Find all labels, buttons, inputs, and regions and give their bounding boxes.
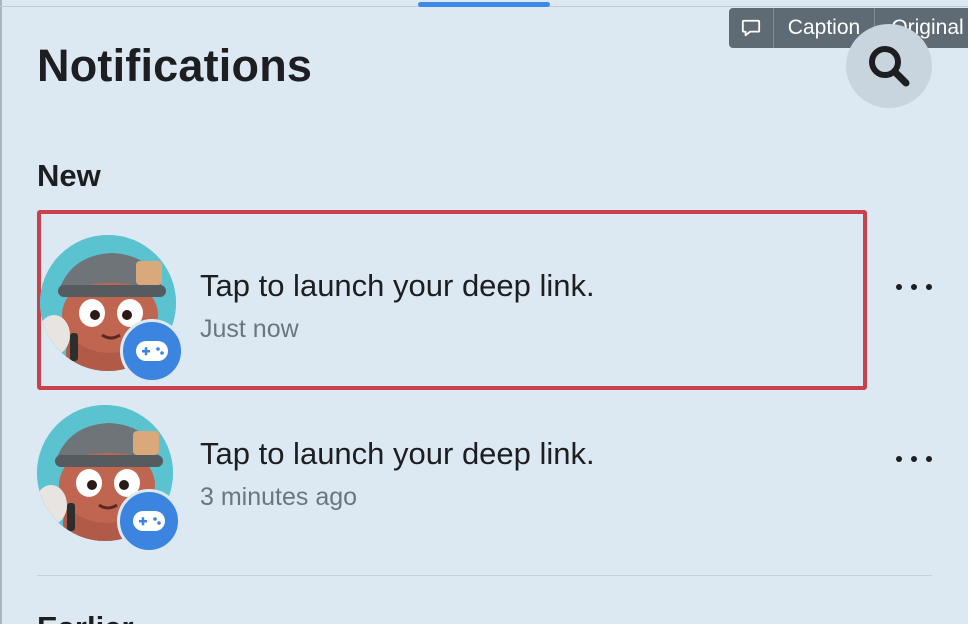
section-divider [37,575,932,576]
section-header-earlier: Earlier [37,606,134,624]
active-tab-indicator [418,2,550,7]
gamepad-icon [136,341,168,361]
app-badge [120,319,184,383]
avatar [40,235,184,383]
window-edge [0,0,2,624]
app-badge [117,489,181,553]
notification-message: Tap to launch your deep link. [200,436,595,471]
search-icon [869,46,910,87]
speech-bubble-icon [741,19,761,37]
notification-message: Tap to launch your deep link. [200,268,595,303]
search-button[interactable] [846,24,932,108]
page-title: Notifications [37,40,313,91]
notification-time: Just now [200,315,299,343]
more-horizontal-icon [896,284,902,290]
more-horizontal-icon [896,456,902,462]
more-options-button[interactable] [896,277,932,297]
more-options-button[interactable] [896,449,932,469]
gamepad-icon [133,511,165,531]
caption-toolbar: Caption Original [729,8,968,48]
caption-toggle-button[interactable] [729,8,773,48]
avatar [37,405,181,553]
section-header-new: New [37,158,101,193]
notification-time: 3 minutes ago [200,483,358,511]
notification-item[interactable]: Tap to launch your deep link. Just now [37,210,867,390]
notification-item[interactable]: Tap to launch your deep link. 3 minutes … [37,392,867,572]
